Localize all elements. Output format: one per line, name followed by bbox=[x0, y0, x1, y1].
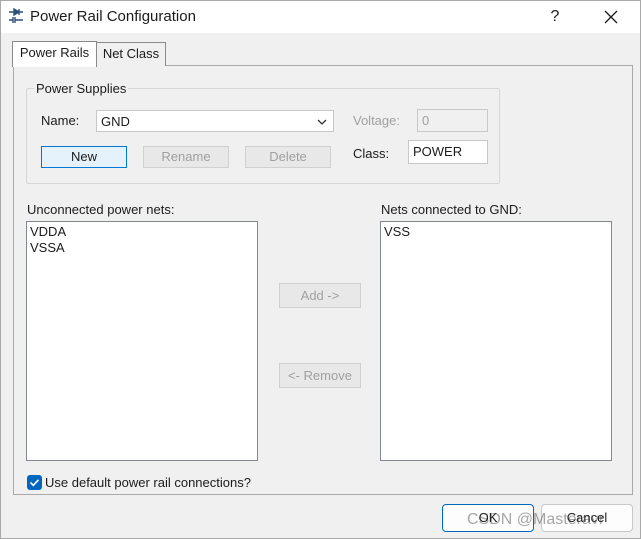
voltage-field: 0 bbox=[417, 109, 488, 132]
checkmark-icon bbox=[29, 479, 40, 487]
connected-nets-label: Nets connected to GND: bbox=[381, 202, 522, 217]
delete-button: Delete bbox=[245, 146, 331, 168]
name-label: Name: bbox=[41, 113, 80, 128]
class-field[interactable]: POWER bbox=[408, 140, 488, 164]
power-supplies-group-title: Power Supplies bbox=[34, 81, 129, 96]
connected-nets-list[interactable]: VSS bbox=[380, 221, 612, 461]
tab-power-rails[interactable]: Power Rails bbox=[12, 41, 97, 67]
close-icon bbox=[604, 10, 618, 24]
unconnected-nets-label: Unconnected power nets: bbox=[27, 202, 175, 217]
power-rail-app-icon bbox=[9, 8, 23, 23]
name-select[interactable]: GND bbox=[96, 110, 334, 132]
list-item[interactable]: VDDA bbox=[27, 224, 257, 240]
class-label: Class: bbox=[353, 146, 390, 161]
use-default-checkbox[interactable] bbox=[27, 475, 42, 490]
unconnected-nets-list[interactable]: VDDA VSSA bbox=[26, 221, 258, 461]
dialog-window: Power Rail Configuration ? Power Rails N… bbox=[0, 0, 641, 539]
remove-button: <- Remove bbox=[279, 363, 361, 388]
list-item[interactable]: VSSA bbox=[27, 240, 257, 256]
watermark-text: CSDN @Masteravr bbox=[467, 511, 605, 528]
list-item[interactable]: VSS bbox=[381, 224, 611, 240]
chevron-down-icon bbox=[317, 119, 327, 125]
power-supplies-group bbox=[26, 88, 500, 184]
tab-net-class[interactable]: Net Class bbox=[96, 42, 166, 66]
rename-button: Rename bbox=[143, 146, 229, 168]
use-default-label[interactable]: Use default power rail connections? bbox=[45, 475, 251, 490]
new-button[interactable]: New bbox=[41, 146, 127, 168]
close-button[interactable] bbox=[593, 1, 629, 33]
title-bar[interactable]: Power Rail Configuration ? bbox=[1, 1, 640, 33]
name-select-value: GND bbox=[101, 114, 130, 129]
add-button: Add -> bbox=[279, 283, 361, 308]
help-button[interactable]: ? bbox=[539, 1, 571, 33]
voltage-label: Voltage: bbox=[353, 113, 400, 128]
window-title: Power Rail Configuration bbox=[30, 8, 196, 25]
